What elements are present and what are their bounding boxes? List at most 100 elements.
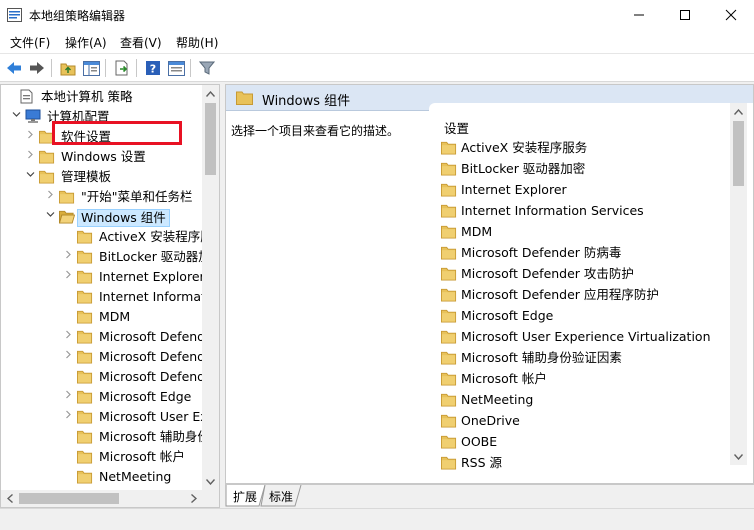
list-item[interactable]: Internet Information Services <box>441 201 741 221</box>
scroll-up-button[interactable] <box>730 103 747 120</box>
folder-icon <box>441 246 457 260</box>
folder-icon <box>39 170 55 184</box>
tree-item[interactable]: "开始"菜单和任务栏 <box>1 187 203 207</box>
folder-icon <box>441 183 457 197</box>
folder-icon <box>441 351 457 365</box>
list-item-label: Internet Explorer <box>461 182 567 197</box>
tree-expander[interactable] <box>63 390 73 404</box>
tree-item[interactable]: Microsoft Defender 防病毒 <box>1 327 219 347</box>
maximize-button[interactable] <box>662 0 708 30</box>
list-item[interactable]: Microsoft User Experience Virtualization <box>441 327 741 347</box>
list-vertical-scrollbar[interactable] <box>730 103 747 465</box>
scroll-down-button[interactable] <box>730 448 747 465</box>
tab-standard[interactable]: 标准 <box>261 485 293 507</box>
highlight-annotation <box>52 121 182 145</box>
tree-expander[interactable] <box>63 330 73 344</box>
tree-expander[interactable] <box>63 350 73 364</box>
list-item[interactable]: BitLocker 驱动器加密 <box>441 159 741 179</box>
close-button[interactable] <box>708 0 754 30</box>
list-item[interactable]: MDM <box>441 222 741 242</box>
list-item[interactable]: Microsoft Defender 攻击防护 <box>441 264 741 284</box>
toolbar-separator <box>136 59 137 77</box>
window-title: 本地组策略编辑器 <box>29 9 126 23</box>
tree-item[interactable]: 管理模板 <box>1 167 203 187</box>
tree-expander[interactable] <box>45 210 55 224</box>
tree-item[interactable]: Windows 组件 <box>1 207 203 227</box>
scroll-up-button[interactable] <box>202 85 219 102</box>
list-item[interactable]: Microsoft 帐户 <box>441 369 741 389</box>
tree-expander[interactable] <box>63 270 73 284</box>
list-item[interactable]: NetMeeting <box>441 390 741 410</box>
scroll-down-button[interactable] <box>202 473 219 490</box>
back-button[interactable] <box>4 58 24 78</box>
scroll-thumb[interactable] <box>733 121 744 186</box>
list-item[interactable]: Microsoft Defender 防病毒 <box>441 243 741 263</box>
chevron-right-icon <box>65 330 71 339</box>
list-item[interactable]: OneDrive <box>441 411 741 431</box>
list-item[interactable]: Internet Explorer <box>441 180 741 200</box>
tree-expander[interactable] <box>45 190 55 204</box>
chevron-right-icon <box>65 270 71 279</box>
scroll-thumb[interactable] <box>205 103 216 175</box>
tab-extended[interactable]: 扩展 <box>225 485 257 507</box>
tree-item[interactable]: Microsoft Defender 应用程序防护 <box>1 367 219 387</box>
tree-expander[interactable] <box>25 170 35 184</box>
tree-expander[interactable] <box>11 110 21 124</box>
tree-item[interactable]: BitLocker 驱动器加密 <box>1 247 219 267</box>
list-item[interactable]: Microsoft 辅助身份验证因素 <box>441 348 741 368</box>
properties-button[interactable] <box>166 58 186 78</box>
tree-expander[interactable] <box>63 410 73 424</box>
tree-expander[interactable] <box>25 130 35 144</box>
tree-expander[interactable] <box>63 250 73 264</box>
scroll-left-button[interactable] <box>1 490 18 507</box>
horizontal-scroll-thumb[interactable] <box>19 493 119 504</box>
tree-item[interactable]: 本地计算机 策略 <box>1 87 203 107</box>
up-folder-button[interactable] <box>58 58 78 78</box>
tree-item[interactable]: Internet Explorer <box>1 267 205 287</box>
tree-item[interactable]: Windows 设置 <box>1 147 203 167</box>
menu-action[interactable]: 操作(A) <box>65 34 107 51</box>
minimize-button[interactable] <box>616 0 662 30</box>
folder-icon <box>77 370 93 384</box>
tree-expander[interactable] <box>25 150 35 164</box>
folder-icon <box>441 372 457 386</box>
tree-item[interactable]: Microsoft Edge <box>1 387 203 407</box>
tree-item[interactable]: Microsoft 辅助身份验证因素 <box>1 427 219 447</box>
tree-vertical-scrollbar[interactable] <box>202 85 219 490</box>
tree-item[interactable]: Microsoft User Experience Virtualization <box>1 407 219 427</box>
folder-icon <box>77 290 93 304</box>
menu-help[interactable]: 帮助(H) <box>176 34 218 51</box>
list-item[interactable]: Microsoft Edge <box>441 306 741 326</box>
tree-item[interactable]: Microsoft Defender 攻击防护 <box>1 347 219 367</box>
toolbar-separator <box>190 59 191 77</box>
folder-icon <box>77 310 93 324</box>
export-list-button[interactable] <box>112 58 132 78</box>
show-hide-tree-button[interactable] <box>81 58 101 78</box>
menu-view[interactable]: 查看(V) <box>120 34 162 51</box>
list-item[interactable]: ActiveX 安装程序服务 <box>441 138 741 158</box>
folder-icon <box>441 162 457 176</box>
column-header-setting[interactable]: 设置 <box>444 118 469 137</box>
tree-horizontal-scrollbar[interactable] <box>1 490 219 507</box>
list-item-label: Microsoft User Experience Virtualization <box>461 329 711 344</box>
scroll-right-button[interactable] <box>185 490 202 507</box>
chevron-left-icon <box>6 494 13 503</box>
forward-button[interactable] <box>27 58 47 78</box>
tree-item[interactable]: NetMeeting <box>1 467 203 487</box>
list-item-label: OneDrive <box>461 413 520 428</box>
tree-item[interactable]: Microsoft 帐户 <box>1 447 203 467</box>
chevron-down-icon <box>46 212 54 217</box>
list-item[interactable]: Microsoft Defender 应用程序防护 <box>441 285 741 305</box>
tree-item[interactable]: ActiveX 安装程序服务 <box>1 227 219 247</box>
filter-button[interactable] <box>197 58 217 78</box>
tree-item-label: Microsoft Edge <box>99 389 192 404</box>
chevron-right-icon <box>27 150 33 159</box>
tree-item[interactable]: MDM <box>1 307 203 327</box>
tree-item[interactable]: Internet Information Services <box>1 287 219 307</box>
menu-file[interactable]: 文件(F) <box>10 34 50 51</box>
list-item[interactable]: RSS 源 <box>441 453 741 473</box>
help-button[interactable]: ? <box>143 58 163 78</box>
list-item[interactable]: OOBE <box>441 432 741 452</box>
folder-icon <box>59 190 75 204</box>
folder-icon <box>77 410 93 424</box>
